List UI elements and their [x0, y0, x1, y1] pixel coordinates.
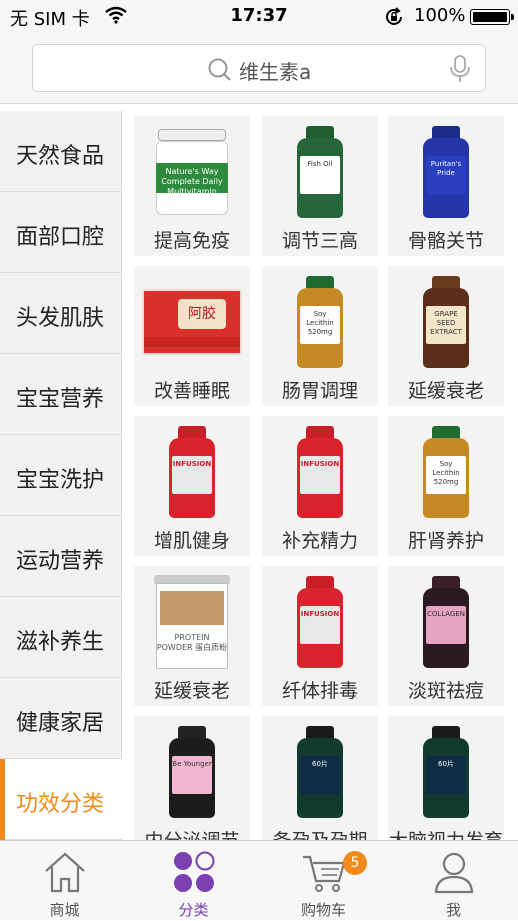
battery-percent: 100%: [414, 5, 466, 26]
grid-item-label: 肠胃调理: [281, 380, 358, 402]
grid-item-label: 改善睡眠: [153, 380, 230, 402]
tab-label: 分类: [178, 901, 209, 919]
protein-powder-can-icon: PROTEIN POWDER 蛋白质粉: [134, 570, 250, 674]
sidebar-item-label: 天然食品: [16, 144, 105, 169]
grid-item-label: 肝肾养护: [407, 530, 484, 552]
sidebar-item-label: 面部口腔: [16, 225, 105, 250]
sidebar-item-label: 滋补养生: [16, 630, 105, 655]
soy-lecithin-bottle-icon: Soy Lecithin 520mg: [388, 420, 504, 524]
grid-item[interactable]: Be Younger 内分泌调节: [134, 716, 250, 840]
sidebar-item-label: 运动营养: [16, 549, 105, 574]
grid-item[interactable]: INFUSION 纤体排毒: [262, 566, 378, 706]
sidebar-item-label: 头发肌肤: [16, 306, 105, 331]
sidebar-item-baby-nutrition[interactable]: 宝宝营养: [0, 354, 122, 435]
tab-cart[interactable]: 5 购物车: [259, 841, 388, 921]
sidebar-item-natural-food[interactable]: 天然食品: [0, 111, 122, 192]
soy-lecithin-bottle-icon: Soy Lecithin 520mg: [262, 270, 378, 374]
sidebar-item-baby-care[interactable]: 宝宝洗护: [0, 435, 122, 516]
red-supplement-bottle-icon: INFUSION: [262, 420, 378, 524]
sidebar-item-label: 宝宝洗护: [16, 468, 105, 493]
profile-icon: [431, 849, 477, 895]
tab-label: 我: [445, 901, 461, 919]
tab-me[interactable]: 我: [389, 841, 518, 921]
grid-item-label: 提高免疫: [153, 230, 230, 252]
grid-item-label: 增肌健身: [153, 530, 230, 552]
sidebar-item-hair-skin[interactable]: 头发肌肤: [0, 273, 122, 354]
tab-label: 购物车: [300, 901, 346, 919]
grid-item[interactable]: Fish Oil 调节三高: [262, 116, 378, 256]
grid-item-label: 大脑视力发育: [388, 826, 504, 840]
search-icon: [207, 57, 233, 87]
product-grid: Nature's Way Complete Daily Multivitamin…: [122, 104, 518, 840]
search-header: 维生素a: [0, 34, 518, 104]
grid-item[interactable]: 阿胶 改善睡眠: [134, 266, 250, 406]
grid-item[interactable]: PROTEIN POWDER 蛋白质粉 延缓衰老: [134, 566, 250, 706]
search-input[interactable]: 维生素a: [32, 44, 486, 92]
dark-supplement-bottle-icon: 60片: [388, 720, 504, 824]
battery-icon: [470, 9, 514, 25]
sidebar-item-label: 功效分类: [16, 792, 105, 817]
bottom-tab-bar: 商城 分类 5 购物车 我: [0, 840, 518, 920]
multivitamin-jar-icon: Nature's Way Complete Daily Multivitamin: [134, 120, 250, 224]
search-placeholder: 维生素a: [239, 60, 312, 84]
sidebar-item-by-effect[interactable]: 功效分类: [0, 759, 122, 840]
grid-item[interactable]: 60片 备孕及孕期: [262, 716, 378, 840]
category-icon: [171, 849, 217, 895]
fish-oil-bottle-icon: Fish Oil: [262, 120, 378, 224]
red-supplement-bottle-icon: INFUSION: [134, 420, 250, 524]
cart-count-badge: 5: [343, 851, 367, 875]
grid-item[interactable]: INFUSION 补充精力: [262, 416, 378, 556]
grid-item-label: 淡斑祛痘: [407, 680, 484, 702]
home-icon: [42, 849, 88, 895]
grid-item[interactable]: Soy Lecithin 520mg 肝肾养护: [388, 416, 504, 556]
red-supplement-bottle-icon: INFUSION: [262, 570, 378, 674]
grid-item[interactable]: INFUSION 增肌健身: [134, 416, 250, 556]
joint-supplement-bottle-icon: Puritan's Pride: [388, 120, 504, 224]
pink-supplement-bottle-icon: Be Younger: [134, 720, 250, 824]
ejiao-box-icon: 阿胶: [134, 270, 250, 374]
sidebar-item-wellness[interactable]: 滋补养生: [0, 597, 122, 678]
sidebar-item-label: 健康家居: [16, 711, 105, 736]
tab-label: 商城: [49, 901, 80, 919]
sidebar-item-face-oral[interactable]: 面部口腔: [0, 192, 122, 273]
grid-item[interactable]: GRAPE SEED EXTRACT 延缓衰老: [388, 266, 504, 406]
orientation-lock-icon: [384, 7, 404, 31]
dark-supplement-bottle-icon: 60片: [262, 720, 378, 824]
sidebar-item-label: 宝宝营养: [16, 387, 105, 412]
collagen-bottle-icon: COLLAGEN: [388, 570, 504, 674]
grid-item-label: 补充精力: [281, 530, 358, 552]
sidebar-item-sports-nutrition[interactable]: 运动营养: [0, 516, 122, 597]
cart-icon: [301, 849, 347, 895]
grid-item-label: 延缓衰老: [407, 380, 484, 402]
grid-item[interactable]: Nature's Way Complete Daily Multivitamin…: [134, 116, 250, 256]
tab-mall[interactable]: 商城: [0, 841, 129, 921]
grid-item[interactable]: Puritan's Pride 骨骼关节: [388, 116, 504, 256]
tab-category[interactable]: 分类: [129, 841, 258, 921]
grid-item[interactable]: 60片 大脑视力发育: [388, 716, 504, 840]
grid-item-label: 骨骼关节: [407, 230, 484, 252]
grid-item[interactable]: COLLAGEN 淡斑祛痘: [388, 566, 504, 706]
grid-item-label: 纤体排毒: [281, 680, 358, 702]
microphone-icon[interactable]: [449, 55, 471, 87]
grid-item-label: 调节三高: [281, 230, 358, 252]
category-sidebar: 天然食品 面部口腔 头发肌肤 宝宝营养 宝宝洗护 运动营养 滋补养生 健康家居 …: [0, 111, 122, 840]
grid-item[interactable]: Soy Lecithin 520mg 肠胃调理: [262, 266, 378, 406]
sidebar-item-health-home[interactable]: 健康家居: [0, 678, 122, 759]
grid-item-label: 备孕及孕期: [262, 826, 378, 840]
grape-seed-bottle-icon: GRAPE SEED EXTRACT: [388, 270, 504, 374]
grid-item-label: 延缓衰老: [153, 680, 230, 702]
grid-item-label: 内分泌调节: [134, 826, 250, 840]
status-bar: 无 SIM 卡 17:37 100%: [0, 0, 518, 34]
